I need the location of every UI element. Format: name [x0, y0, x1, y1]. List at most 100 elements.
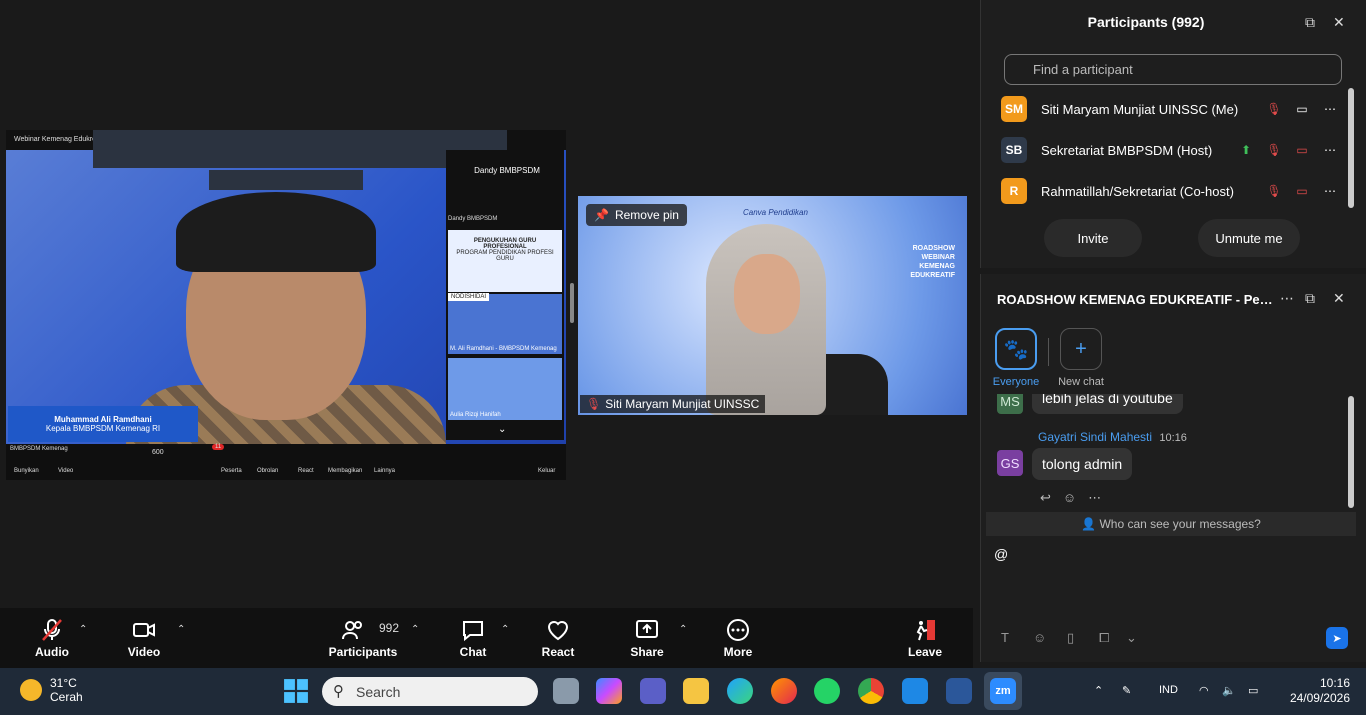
popout-icon[interactable]: ⧉	[1305, 290, 1315, 307]
tab-new-chat[interactable]: + New chat	[1051, 328, 1111, 388]
mini-leave-label[interactable]: Keluar	[538, 468, 555, 474]
who-can-see-link[interactable]: 👤 Who can see your messages?	[986, 512, 1356, 536]
popout-icon[interactable]: ⧉	[1305, 14, 1315, 31]
mini-more-label[interactable]: Lainnya	[374, 468, 395, 474]
message-sender: Gayatri Sindi Mahesti 10:16	[1038, 430, 1187, 444]
windows-taskbar: 31°C Cerah ⚲ zm ⌃ ✎ IND ◠ 🔈 ▭ 10:16 24/0…	[0, 668, 1366, 715]
whatsapp-icon[interactable]	[814, 678, 840, 704]
slide-title: PENGUKUHAN GURU PROFESIONAL	[473, 238, 537, 250]
more-options-icon[interactable]: ⋯	[1088, 490, 1101, 506]
mini-audio-label[interactable]: Bunyikan	[14, 468, 39, 474]
chat-label: Chat	[459, 644, 487, 659]
video-off-icon[interactable]: ▭	[1291, 143, 1313, 157]
search-participant-input[interactable]	[1004, 54, 1342, 85]
muted-mic-icon[interactable]: 🎙	[1263, 102, 1285, 116]
avatar: R	[1001, 178, 1027, 204]
taskbar-search-input[interactable]	[322, 677, 538, 706]
participant-name: Siti Maryam Munjiat UINSSC	[605, 397, 760, 411]
audio-label: Audio	[35, 644, 69, 659]
heart-icon	[547, 620, 569, 640]
windows-start-icon[interactable]	[283, 678, 309, 704]
reply-icon[interactable]: ↩	[1040, 490, 1051, 506]
chat-messages: MS lebih jelas di youtube Gayatri Sindi …	[986, 394, 1362, 512]
share-button[interactable]: Share	[626, 608, 668, 668]
language-indicator[interactable]: IND	[1159, 684, 1178, 696]
send-button[interactable]: ➤	[1326, 627, 1348, 649]
chevron-up-icon[interactable]: ⌃	[1094, 684, 1103, 697]
battery-icon[interactable]: ▭	[1248, 684, 1258, 697]
chevron-down-icon[interactable]: ⌄	[498, 424, 506, 435]
participants-button[interactable]: Participants	[329, 608, 397, 668]
chat-scrollbar[interactable]	[1348, 396, 1354, 508]
share-label: Share	[630, 644, 664, 659]
video-options-caret[interactable]: ⌃	[177, 624, 185, 635]
slide-subtitle: PROGRAM PENDIDIKAN PROFESI GURU	[456, 250, 554, 262]
video-camera-icon[interactable]: ▭	[1291, 102, 1313, 116]
participant-row[interactable]: R Rahmatillah/Sekretariat (Co-host) 🎙 ▭ …	[1001, 176, 1341, 206]
muted-mic-icon[interactable]: 🎙	[1263, 184, 1285, 198]
muted-mic-icon[interactable]: 🎙	[1263, 143, 1285, 157]
mini-video-label[interactable]: Video	[58, 468, 73, 474]
firefox-icon[interactable]	[771, 678, 797, 704]
tab-everyone[interactable]: 🐾 Everyone	[986, 328, 1046, 388]
emoji-reaction-icon[interactable]: ☺	[1063, 490, 1076, 506]
react-button[interactable]: React	[536, 608, 580, 668]
participants-options-caret[interactable]: ⌃	[411, 624, 419, 635]
audio-options-caret[interactable]: ⌃	[79, 624, 87, 635]
chevron-down-icon[interactable]: ⌄	[1126, 630, 1137, 646]
video-button[interactable]: Video	[120, 608, 168, 668]
main-video-tile[interactable]: Webinar Kemenag Edukreatif Muhammad Ali …	[6, 130, 566, 480]
more-dots-icon	[727, 618, 749, 641]
file-explorer-icon[interactable]	[683, 678, 709, 704]
react-label: React	[541, 644, 575, 659]
tile-splitter-handle[interactable]	[570, 283, 574, 323]
chat-button[interactable]: Chat	[452, 608, 494, 668]
remove-pin-button[interactable]: 📌 Remove pin	[586, 204, 687, 226]
emoji-icon[interactable]: ☺	[1033, 630, 1046, 645]
video-stage: Webinar Kemenag Edukreatif Muhammad Ali …	[0, 0, 980, 608]
word-icon[interactable]	[946, 678, 972, 704]
mini-name: BMBPSDM Kemenag	[10, 446, 68, 452]
participants-scrollbar[interactable]	[1348, 88, 1354, 208]
zoom-app-icon[interactable]: zm	[984, 672, 1022, 710]
weather-widget[interactable]: 31°C Cerah	[20, 676, 83, 704]
mini-chat-label[interactable]: Obrolan	[257, 468, 278, 474]
mini-participants-label[interactable]: Peserta	[221, 468, 242, 474]
screenshot-icon[interactable]: ⧠	[1099, 630, 1109, 646]
close-icon[interactable]: ✕	[1333, 14, 1345, 31]
copilot-icon[interactable]	[596, 678, 622, 704]
text-format-icon[interactable]: T	[1001, 630, 1009, 645]
remove-pin-label: Remove pin	[614, 208, 679, 222]
wifi-icon[interactable]: ◠	[1199, 684, 1209, 697]
mini-top-label: Webinar Kemenag Edukreatif	[14, 136, 106, 143]
participant-row[interactable]: SB Sekretariat BMBPSDM (Host) ⬆ 🎙 ▭ ⋯	[1001, 135, 1341, 165]
photos-icon[interactable]	[902, 678, 928, 704]
share-options-caret[interactable]: ⌃	[679, 624, 687, 635]
pen-icon[interactable]: ✎	[1122, 684, 1131, 697]
file-icon[interactable]: ▯	[1067, 630, 1074, 646]
participant-row[interactable]: SM Siti Maryam Munjiat UINSSC (Me) 🎙 ▭ ⋯	[1001, 94, 1341, 124]
more-options-icon[interactable]: ⋯	[1319, 184, 1341, 198]
chrome-icon[interactable]	[858, 678, 884, 704]
mini-react-label[interactable]: React	[298, 468, 314, 474]
message-actions: ↩ ☺ ⋯	[1040, 490, 1101, 506]
more-options-icon[interactable]: ⋯	[1319, 102, 1341, 116]
more-options-icon[interactable]: ⋯	[1280, 290, 1294, 307]
more-button[interactable]: More	[717, 608, 759, 668]
video-off-icon[interactable]: ▭	[1291, 184, 1313, 198]
close-icon[interactable]: ✕	[1333, 290, 1345, 307]
more-options-icon[interactable]: ⋯	[1319, 143, 1341, 157]
gallery-slide: PENGUKUHAN GURU PROFESIONAL PROGRAM PEND…	[448, 230, 562, 292]
mini-share-label[interactable]: Membagikan	[328, 468, 362, 474]
volume-icon[interactable]: 🔈	[1222, 684, 1236, 697]
task-view-icon[interactable]	[553, 678, 579, 704]
system-clock[interactable]: 10:16 24/09/2026	[1280, 676, 1350, 706]
pinned-video-tile[interactable]: Canva Pendidikan ROADSHOW WEBINAR KEMENA…	[578, 196, 967, 415]
teams-icon[interactable]	[640, 678, 666, 704]
audio-button[interactable]: Audio	[28, 608, 76, 668]
leave-button[interactable]: Leave	[904, 608, 946, 668]
chat-options-caret[interactable]: ⌃	[501, 624, 509, 635]
invite-button[interactable]: Invite	[1044, 219, 1142, 257]
unmute-me-button[interactable]: Unmute me	[1198, 219, 1300, 257]
edge-icon[interactable]	[727, 678, 753, 704]
